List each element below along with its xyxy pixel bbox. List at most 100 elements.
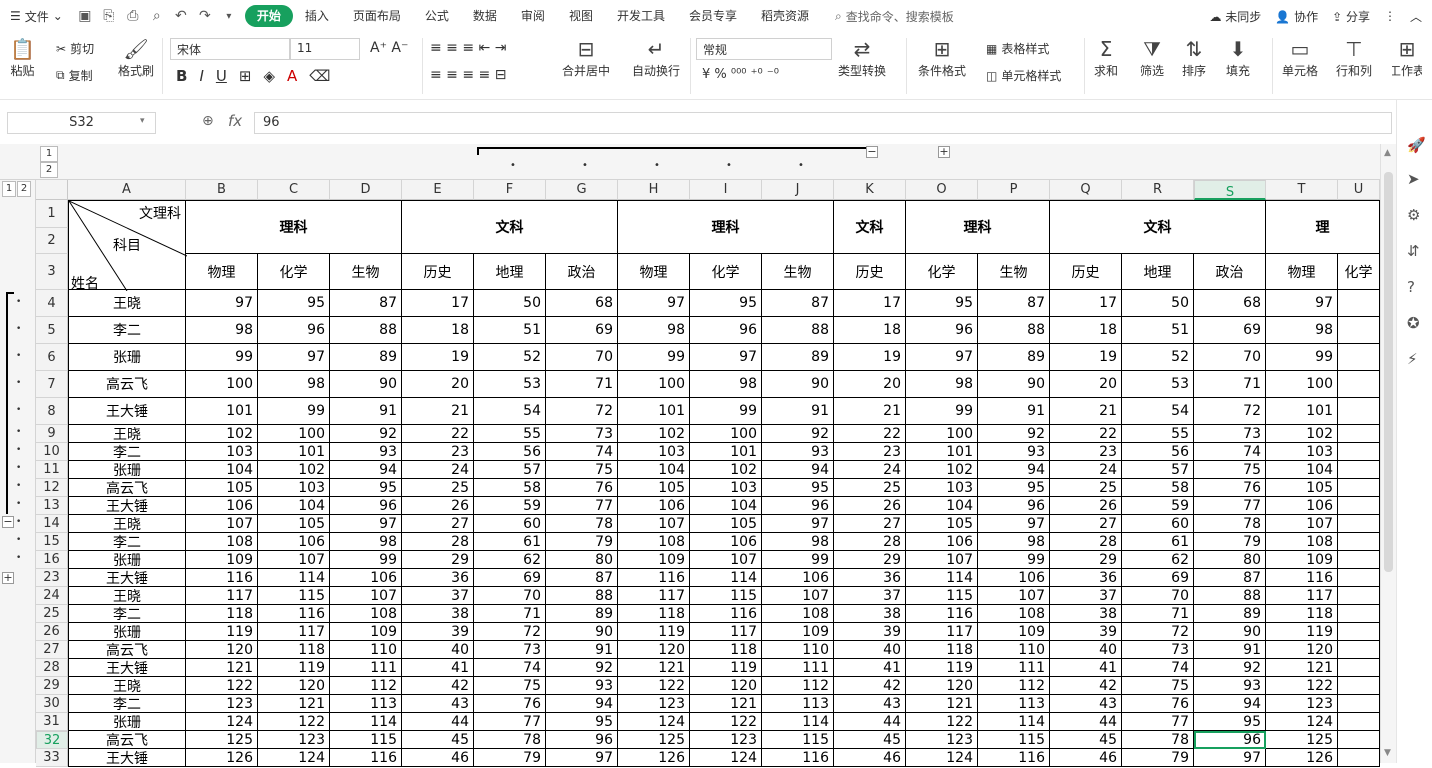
score-cell[interactable]: 39	[402, 623, 474, 641]
score-cell[interactable]: 77	[1194, 497, 1266, 515]
score-cell[interactable]: 114	[978, 713, 1050, 731]
select-all-corner[interactable]	[36, 180, 68, 200]
name-cell[interactable]: 王大锤	[68, 398, 186, 425]
score-cell[interactable]: 87	[546, 569, 618, 587]
cut-button[interactable]: ✂ 剪切	[56, 40, 94, 57]
settings-sliders-icon[interactable]: ⚙	[1407, 206, 1420, 224]
score-cell[interactable]: 109	[1266, 551, 1338, 569]
score-cell[interactable]: 40	[834, 641, 906, 659]
score-cell[interactable]: 57	[474, 461, 546, 479]
column-header-R[interactable]: R	[1122, 180, 1194, 200]
score-cell[interactable]: 99	[186, 344, 258, 371]
score-cell[interactable]: 104	[258, 497, 330, 515]
score-cell-partial[interactable]	[1338, 479, 1380, 497]
score-cell[interactable]: 54	[1122, 398, 1194, 425]
score-cell[interactable]: 108	[186, 533, 258, 551]
score-cell[interactable]: 51	[474, 317, 546, 344]
row-header[interactable]: 29	[36, 677, 68, 695]
score-cell[interactable]: 45	[834, 731, 906, 749]
score-cell[interactable]: 69	[1194, 317, 1266, 344]
score-cell[interactable]: 124	[618, 713, 690, 731]
score-cell[interactable]: 124	[906, 749, 978, 767]
score-cell[interactable]: 24	[834, 461, 906, 479]
score-cell[interactable]: 109	[762, 623, 834, 641]
column-header-T[interactable]: T	[1266, 180, 1338, 200]
column-header-B[interactable]: B	[186, 180, 258, 200]
score-cell[interactable]: 50	[1122, 290, 1194, 317]
score-cell[interactable]: 116	[258, 605, 330, 623]
subject-header-cell[interactable]: 生物	[330, 254, 402, 290]
score-cell[interactable]: 122	[906, 713, 978, 731]
subject-header-cell[interactable]: 历史	[1050, 254, 1122, 290]
score-cell-partial[interactable]	[1338, 569, 1380, 587]
column-header-P[interactable]: P	[978, 180, 1050, 200]
score-cell[interactable]: 69	[474, 569, 546, 587]
name-cell[interactable]: 张珊	[68, 461, 186, 479]
score-cell[interactable]: 107	[186, 515, 258, 533]
score-cell[interactable]: 120	[258, 677, 330, 695]
score-cell[interactable]: 114	[762, 713, 834, 731]
score-cell[interactable]: 19	[402, 344, 474, 371]
score-cell[interactable]: 96	[330, 497, 402, 515]
score-cell[interactable]: 96	[762, 497, 834, 515]
tab-3[interactable]: 公式	[413, 5, 461, 27]
score-cell[interactable]: 118	[618, 605, 690, 623]
row-header[interactable]: 14	[36, 515, 68, 533]
name-cell[interactable]: 张珊	[68, 623, 186, 641]
score-cell[interactable]: 106	[618, 497, 690, 515]
score-cell[interactable]: 29	[834, 551, 906, 569]
score-cell[interactable]: 29	[402, 551, 474, 569]
score-cell[interactable]: 98	[978, 533, 1050, 551]
score-cell[interactable]: 108	[330, 605, 402, 623]
score-cell[interactable]: 89	[546, 605, 618, 623]
score-cell[interactable]: 107	[1266, 515, 1338, 533]
score-cell[interactable]: 122	[1266, 677, 1338, 695]
score-cell[interactable]: 95	[978, 479, 1050, 497]
score-cell[interactable]: 120	[690, 677, 762, 695]
score-cell[interactable]: 103	[618, 443, 690, 461]
score-cell[interactable]: 95	[906, 290, 978, 317]
score-cell[interactable]: 125	[186, 731, 258, 749]
clear-icon[interactable]: ⌫	[309, 67, 330, 85]
score-cell[interactable]: 96	[906, 317, 978, 344]
score-cell-partial[interactable]	[1338, 290, 1380, 317]
score-cell[interactable]: 43	[834, 695, 906, 713]
score-cell[interactable]: 62	[1122, 551, 1194, 569]
score-cell-partial[interactable]	[1338, 515, 1380, 533]
name-cell[interactable]: 李二	[68, 695, 186, 713]
undo-icon[interactable]: ↶	[169, 4, 193, 28]
score-cell[interactable]: 115	[762, 731, 834, 749]
score-cell[interactable]: 22	[834, 425, 906, 443]
column-header-H[interactable]: H	[618, 180, 690, 200]
row-header[interactable]: 32	[36, 731, 68, 749]
score-cell[interactable]: 20	[402, 371, 474, 398]
score-cell[interactable]: 23	[834, 443, 906, 461]
score-cell[interactable]: 90	[1194, 623, 1266, 641]
score-cell-partial[interactable]	[1338, 731, 1380, 749]
row-header[interactable]: 9	[36, 425, 68, 443]
score-cell[interactable]: 106	[330, 569, 402, 587]
column-header-G[interactable]: G	[546, 180, 618, 200]
score-cell[interactable]: 98	[1266, 317, 1338, 344]
score-cell-partial[interactable]	[1338, 461, 1380, 479]
score-cell[interactable]: 115	[258, 587, 330, 605]
score-cell[interactable]: 121	[1266, 659, 1338, 677]
score-cell-partial[interactable]	[1338, 425, 1380, 443]
column-header-J[interactable]: J	[762, 180, 834, 200]
score-cell[interactable]: 18	[1050, 317, 1122, 344]
score-cell[interactable]: 121	[618, 659, 690, 677]
score-cell[interactable]: 97	[1194, 749, 1266, 767]
row-header[interactable]: 8	[36, 398, 68, 425]
name-cell[interactable]: 王晓	[68, 290, 186, 317]
group-header-cell[interactable]: 理科	[906, 200, 1050, 254]
save-icon[interactable]: ▣	[73, 4, 97, 28]
score-cell[interactable]: 104	[906, 497, 978, 515]
score-cell[interactable]: 79	[474, 749, 546, 767]
score-cell[interactable]: 88	[546, 587, 618, 605]
score-cell[interactable]: 116	[906, 605, 978, 623]
column-header-C[interactable]: C	[258, 180, 330, 200]
row-col-button[interactable]: ⊤ 行和列	[1336, 36, 1372, 79]
score-cell[interactable]: 108	[978, 605, 1050, 623]
score-cell[interactable]: 72	[1194, 398, 1266, 425]
row-header[interactable]: 15	[36, 533, 68, 551]
